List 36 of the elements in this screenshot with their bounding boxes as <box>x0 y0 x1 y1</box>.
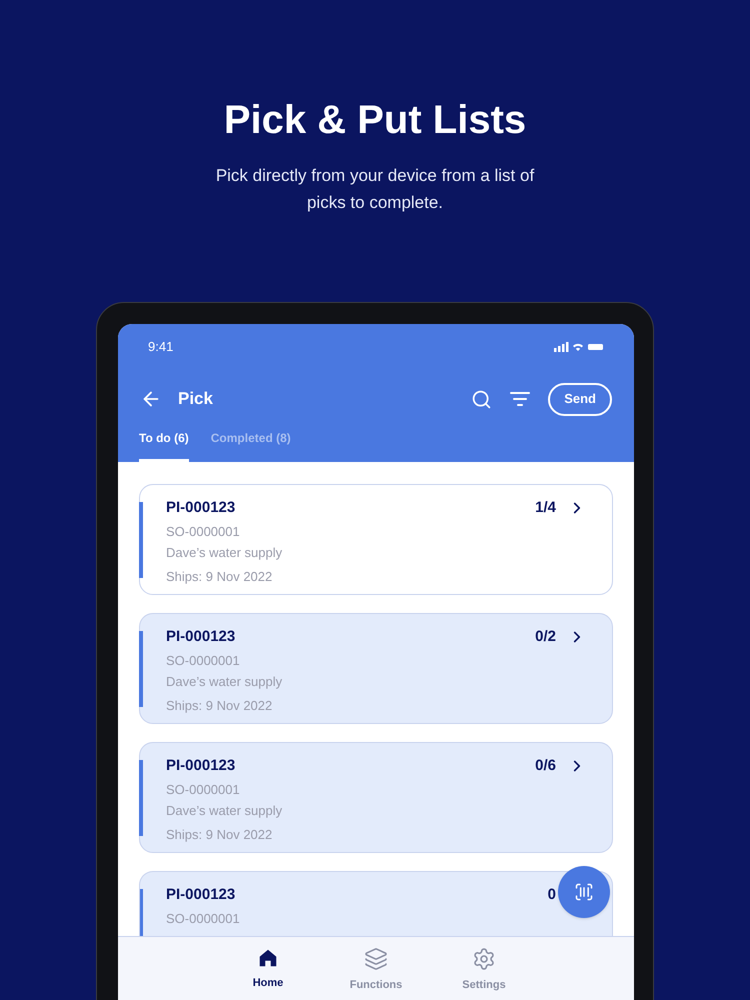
order-number: SO-0000001 <box>166 522 241 540</box>
customer-name: Dave’s water supply <box>166 544 284 562</box>
filter-icon[interactable] <box>510 391 530 407</box>
pick-id: PI-000123 <box>166 627 236 647</box>
hero-subtitle: Pick directly from your device from a list of picks to complete. <box>214 165 536 214</box>
order-number: SO-0000001 <box>166 910 241 928</box>
order-number: SO-0000001 <box>166 652 241 670</box>
barcode-scan-icon <box>574 882 594 902</box>
customer-name: Dave’s water supply <box>166 673 284 691</box>
home-icon <box>257 947 279 969</box>
ship-date: Ships: 9 Nov 2022 <box>166 696 274 715</box>
pick-card[interactable]: PI-000123 0/2 SO-0000001 Dave’s water supply Ships: 9 Nov 2022 <box>139 613 613 724</box>
pick-count: 0 <box>548 885 556 905</box>
status-icons <box>554 342 604 352</box>
customer-name: Dave’s water supply <box>166 802 284 820</box>
pick-card[interactable]: PI-000123 0/6 SO-0000001 Dave’s water supply Ships: 9 Nov 2022 <box>139 742 613 853</box>
pick-card[interactable]: PI-000123 0 SO-0000001 <box>139 871 613 936</box>
pick-count: 0/2 <box>535 627 556 647</box>
pick-id: PI-000123 <box>166 498 236 518</box>
status-time: 9:41 <box>148 338 174 356</box>
pick-id: PI-000123 <box>166 885 236 905</box>
layers-icon <box>364 947 388 971</box>
ship-date: Ships: 9 Nov 2022 <box>166 826 274 844</box>
nav-tab[interactable]: Home <box>236 947 300 1000</box>
hero-title: Pick & Put Lists <box>224 97 526 144</box>
pick-count: 1/4 <box>535 498 556 518</box>
pick-count: 0/6 <box>535 756 556 776</box>
order-number: SO-0000001 <box>166 780 241 798</box>
send-button[interactable]: Send <box>548 382 612 416</box>
pick-id: PI-000123 <box>166 756 236 776</box>
ship-date: Ships: 9 Nov 2022 <box>166 568 274 586</box>
tab[interactable]: To do (6) <box>139 429 189 462</box>
page-title: Pick <box>178 388 213 410</box>
settings-icon <box>472 947 496 971</box>
pick-card[interactable]: PI-000123 1/4 SO-0000001 Dave’s water supply Ships: 9 Nov 2022 <box>139 484 613 595</box>
search-icon[interactable] <box>471 388 492 410</box>
